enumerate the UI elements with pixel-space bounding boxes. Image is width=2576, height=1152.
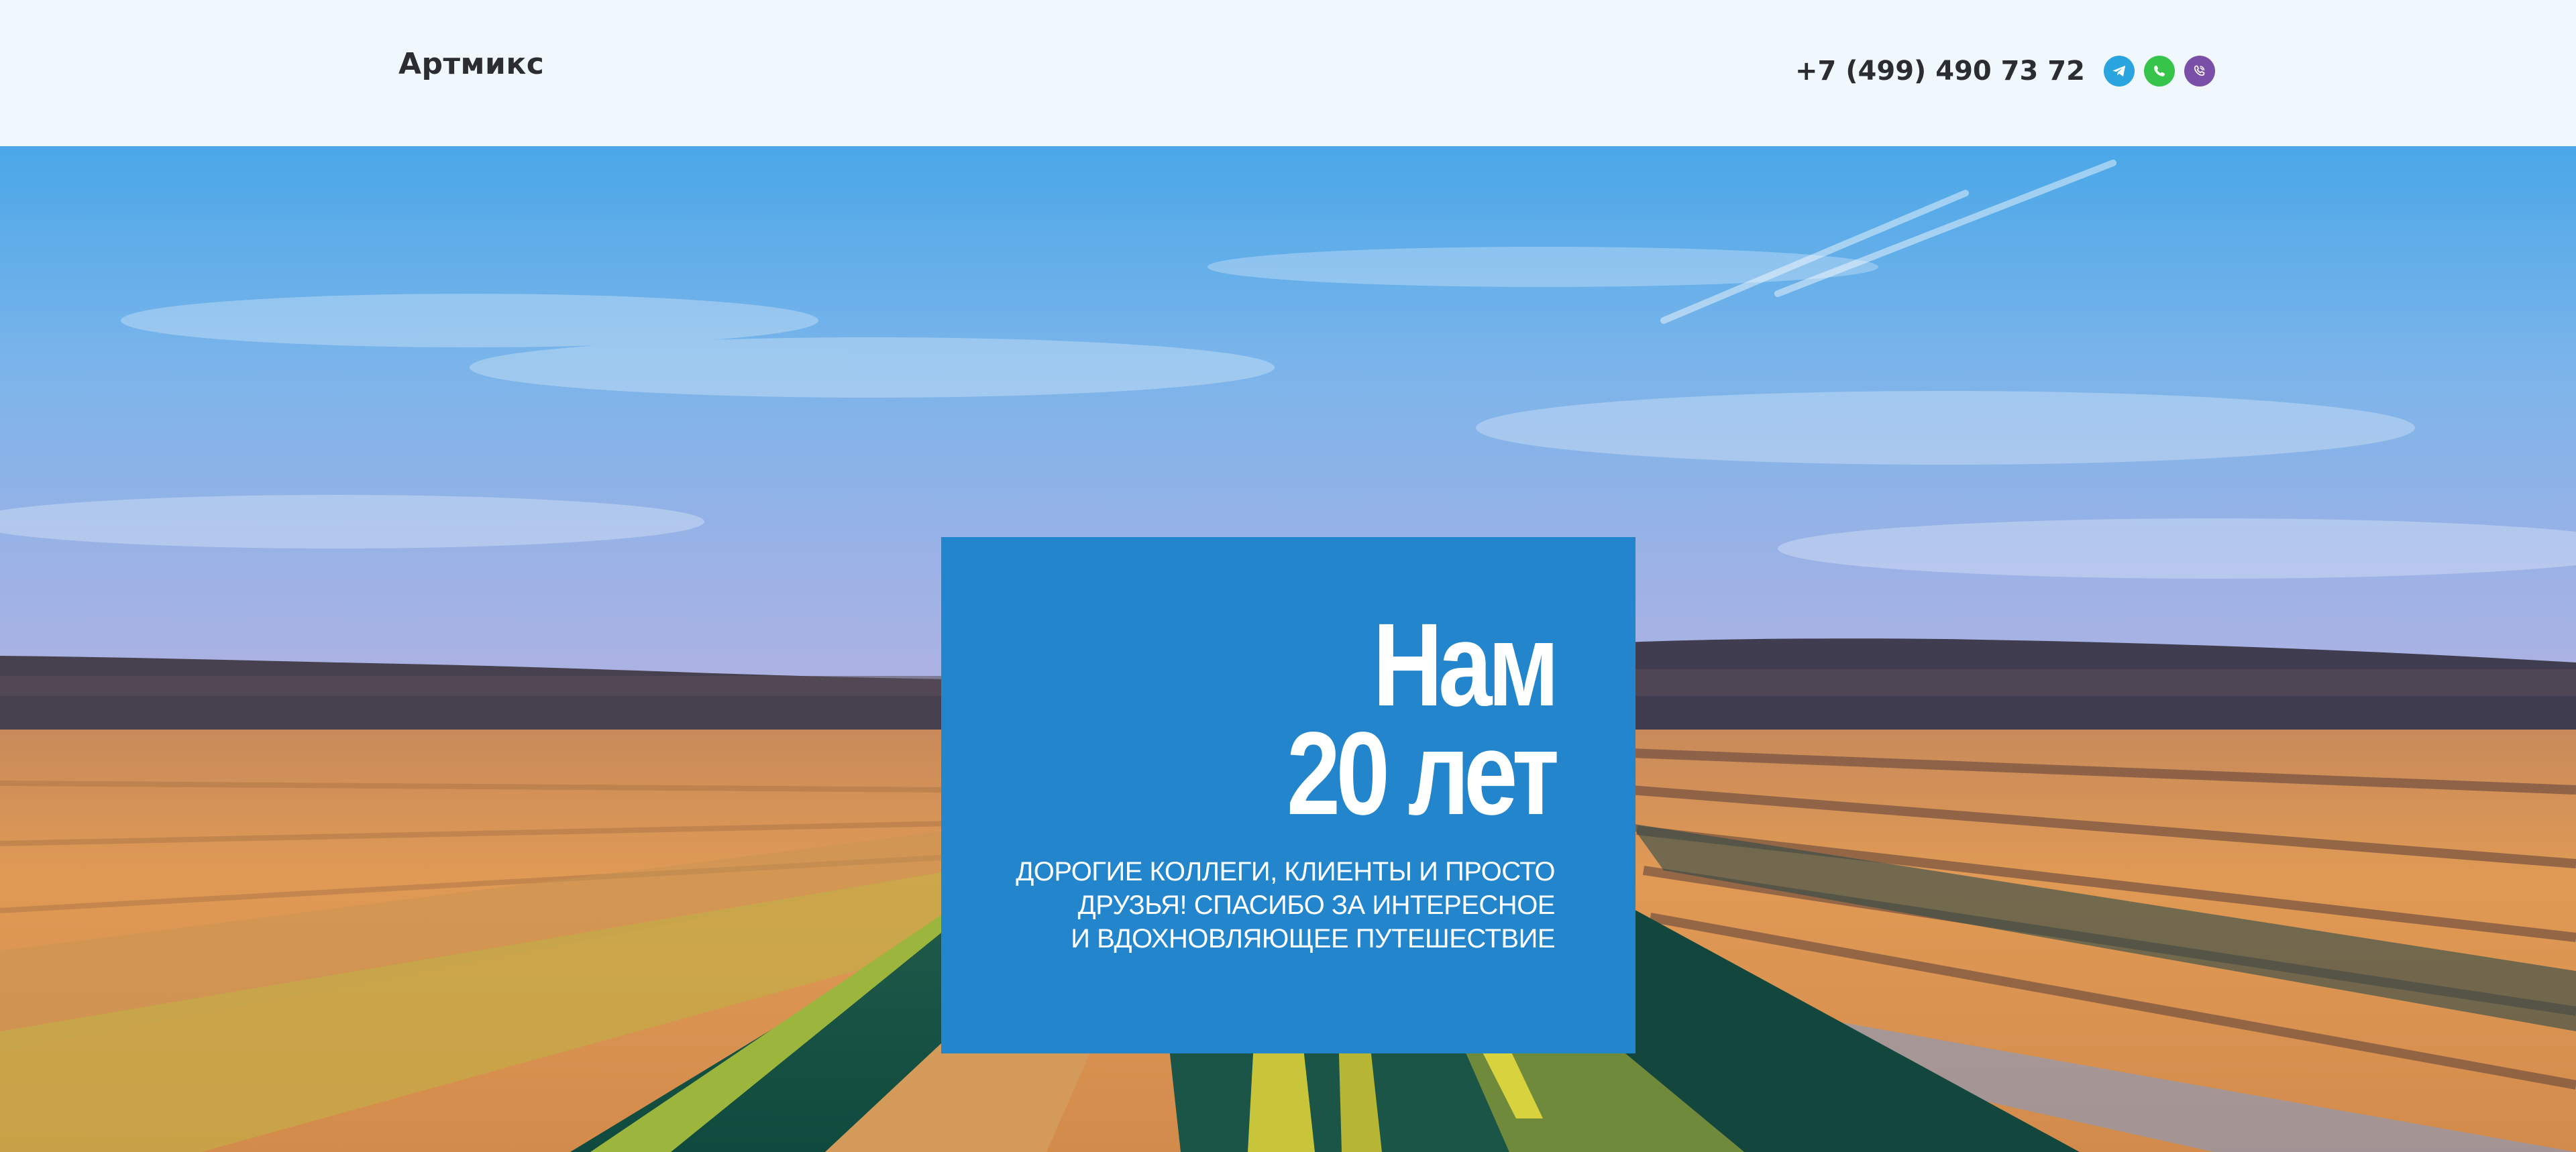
headline-line-1: Нам	[1373, 599, 1559, 731]
thank-you-text: ДОРОГИЕ КОЛЛЕГИ, КЛИЕНТЫ И ПРОСТО ДРУЗЬЯ…	[1015, 855, 1555, 956]
viber-icon[interactable]	[2184, 56, 2215, 87]
whatsapp-icon[interactable]	[2143, 56, 2175, 87]
brand-logo[interactable]: Артмикс	[398, 47, 544, 81]
thank-you-line-2: ДРУЗЬЯ! СПАСИБО ЗА ИНТЕРЕСНОЕ	[1077, 890, 1556, 920]
telegram-icon[interactable]	[2103, 56, 2135, 87]
hero-banner: Нам 20 лет ДОРОГИЕ КОЛЛЕГИ, КЛИЕНТЫ И ПР…	[0, 146, 2576, 1152]
site-header: Артмикс +7 (499) 490 73 72	[0, 0, 2576, 147]
headline-line-2: 20 лет	[1286, 708, 1560, 840]
contacts-block: +7 (499) 490 73 72	[1795, 52, 2215, 90]
headline: Нам 20 лет	[1112, 599, 1560, 840]
thank-you-line-1: ДОРОГИЕ КОЛЛЕГИ, КЛИЕНТЫ И ПРОСТО	[1016, 857, 1555, 886]
phone-link[interactable]: +7 (499) 490 73 72	[1795, 56, 2085, 87]
thank-you-line-3: И ВДОХНОВЛЯЮЩЕЕ ПУТЕШЕСТВИЕ	[1071, 924, 1555, 954]
anniversary-card: Нам 20 лет ДОРОГИЕ КОЛЛЕГИ, КЛИЕНТЫ И ПР…	[941, 537, 1635, 1053]
